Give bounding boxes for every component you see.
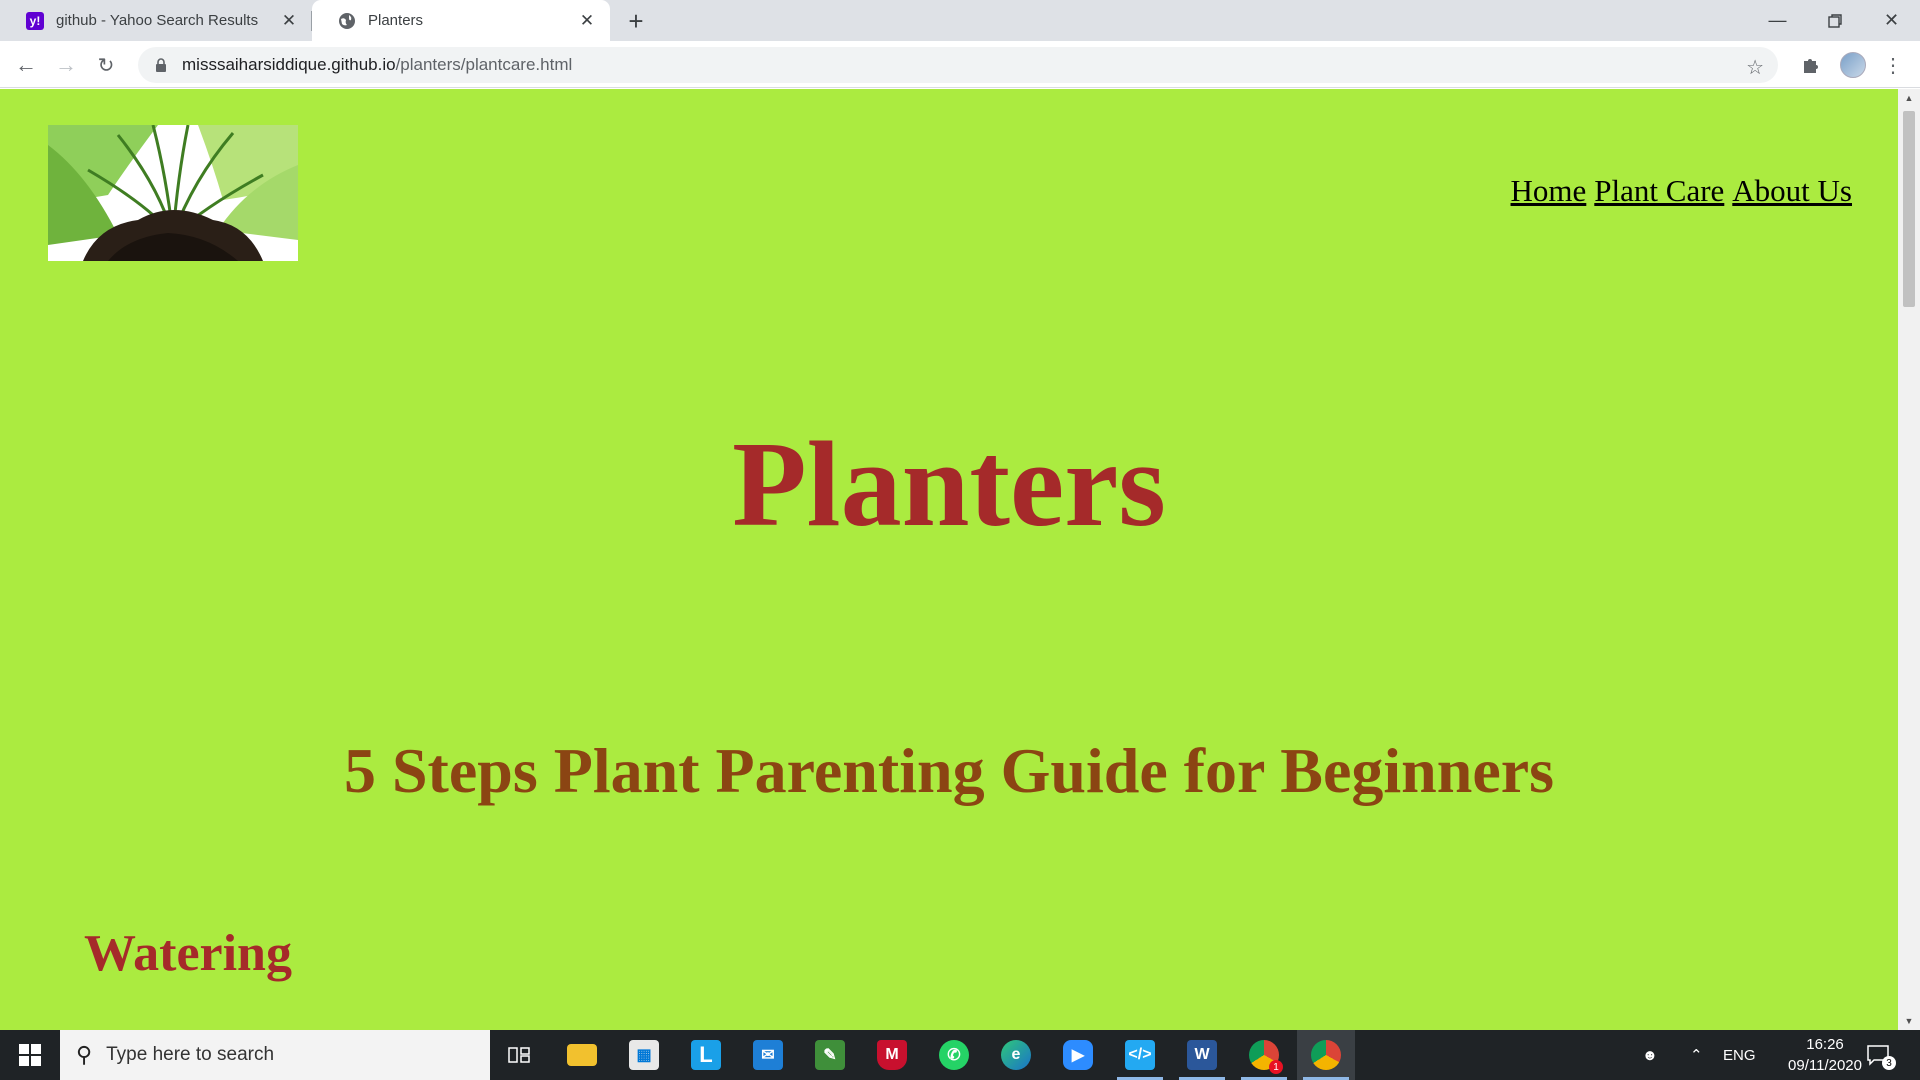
start-button[interactable] [0, 1030, 60, 1080]
system-clock[interactable]: 16:26 09/11/2020 [1788, 1034, 1862, 1076]
chrome-profile-icon[interactable]: 1 [1235, 1030, 1293, 1080]
restore-button[interactable] [1806, 0, 1863, 41]
url-text: misssaiharsiddique.github.io/planters/pl… [182, 55, 572, 75]
vscode-icon[interactable]: </> [1111, 1030, 1169, 1080]
show-hidden-icons-chevron-icon[interactable]: ⌃ [1690, 1030, 1703, 1080]
clock-date: 09/11/2020 [1788, 1057, 1862, 1074]
chrome-menu-icon[interactable]: ⋮ [1879, 51, 1907, 79]
minimize-button[interactable]: — [1749, 0, 1806, 41]
search-icon: ⚲ [76, 1042, 93, 1067]
url-path: /planters/plantcare.html [395, 55, 573, 74]
mail-icon[interactable]: ✉ [739, 1030, 797, 1080]
plant-logo-image [48, 125, 298, 261]
tab-yahoo-search[interactable]: y! github - Yahoo Search Results ✕ [0, 0, 312, 41]
back-button[interactable]: ← [10, 49, 42, 81]
zoom-icon[interactable]: ▶ [1049, 1030, 1107, 1080]
taskbar-search-box[interactable]: ⚲ Type here to search [60, 1030, 490, 1080]
reload-button[interactable]: ↻ [90, 49, 122, 81]
browser-toolbar: ← → ↻ misssaiharsiddique.github.io/plant… [0, 41, 1920, 88]
site-title: Planters [732, 417, 1166, 552]
whatsapp-icon[interactable]: ✆ [925, 1030, 983, 1080]
close-tab-icon[interactable]: ✕ [576, 10, 598, 32]
search-placeholder: Type here to search [106, 1044, 275, 1065]
close-tab-icon[interactable]: ✕ [278, 10, 300, 32]
close-window-button[interactable]: ✕ [1863, 0, 1920, 41]
people-icon[interactable]: ☻ [1642, 1030, 1658, 1080]
globe-icon [338, 12, 356, 30]
extensions-puzzle-icon[interactable] [1797, 51, 1825, 79]
microsoft-store-icon[interactable]: ▦ [615, 1030, 673, 1080]
forward-button[interactable]: → [50, 49, 82, 81]
word-icon[interactable]: W [1173, 1030, 1231, 1080]
notification-badge: 1 [1269, 1060, 1283, 1074]
yahoo-favicon-icon: y! [26, 11, 44, 30]
l-app-icon[interactable]: L [677, 1030, 735, 1080]
nav-link-about-us[interactable]: About Us [1732, 173, 1852, 209]
notes-app-icon[interactable]: ✎ [801, 1030, 859, 1080]
scroll-down-arrow-icon[interactable]: ▼ [1898, 1012, 1920, 1030]
new-tab-button[interactable]: + [620, 6, 652, 36]
mcafee-icon[interactable]: M [863, 1030, 921, 1080]
guide-title: 5 Steps Plant Parenting Guide for Beginn… [343, 735, 1555, 806]
lock-icon [156, 58, 166, 72]
nav-link-home[interactable]: Home [1511, 173, 1587, 209]
tab-strip: y! github - Yahoo Search Results ✕ Plant… [0, 0, 1920, 41]
windows-logo-icon [19, 1044, 41, 1066]
notification-count-badge: 3 [1882, 1056, 1896, 1070]
chrome-icon[interactable] [1297, 1030, 1355, 1080]
page-scrollbar[interactable]: ▲ ▼ [1898, 89, 1920, 1030]
file-explorer-icon[interactable] [553, 1030, 611, 1080]
tab-planters[interactable]: Planters ✕ [312, 0, 610, 41]
bookmark-star-icon[interactable]: ☆ [1746, 55, 1764, 80]
url-host: misssaiharsiddique.github.io [182, 55, 396, 74]
section-heading-watering: Watering [84, 925, 292, 982]
language-indicator[interactable]: ENG [1723, 1030, 1756, 1080]
site-nav: Home Plant Care About Us [1511, 173, 1852, 209]
profile-avatar[interactable] [1839, 51, 1867, 79]
page-content: Home Plant Care About Us Planters 5 Step… [0, 89, 1898, 1030]
scroll-thumb[interactable] [1903, 111, 1915, 307]
windows-taskbar: ⚲ Type here to search ▦ L ✉ ✎ M ✆ e ▶ </… [0, 1030, 1920, 1080]
tab-title: Planters [368, 12, 424, 29]
task-view-button[interactable] [490, 1030, 548, 1080]
action-center-icon[interactable]: 3 [1866, 1030, 1896, 1080]
address-bar[interactable]: misssaiharsiddique.github.io/planters/pl… [138, 47, 1778, 83]
tab-title: github - Yahoo Search Results [56, 12, 259, 29]
nav-link-plant-care[interactable]: Plant Care [1594, 173, 1724, 209]
scroll-up-arrow-icon[interactable]: ▲ [1898, 89, 1920, 107]
edge-icon[interactable]: e [987, 1030, 1045, 1080]
clock-time: 16:26 [1806, 1036, 1844, 1053]
